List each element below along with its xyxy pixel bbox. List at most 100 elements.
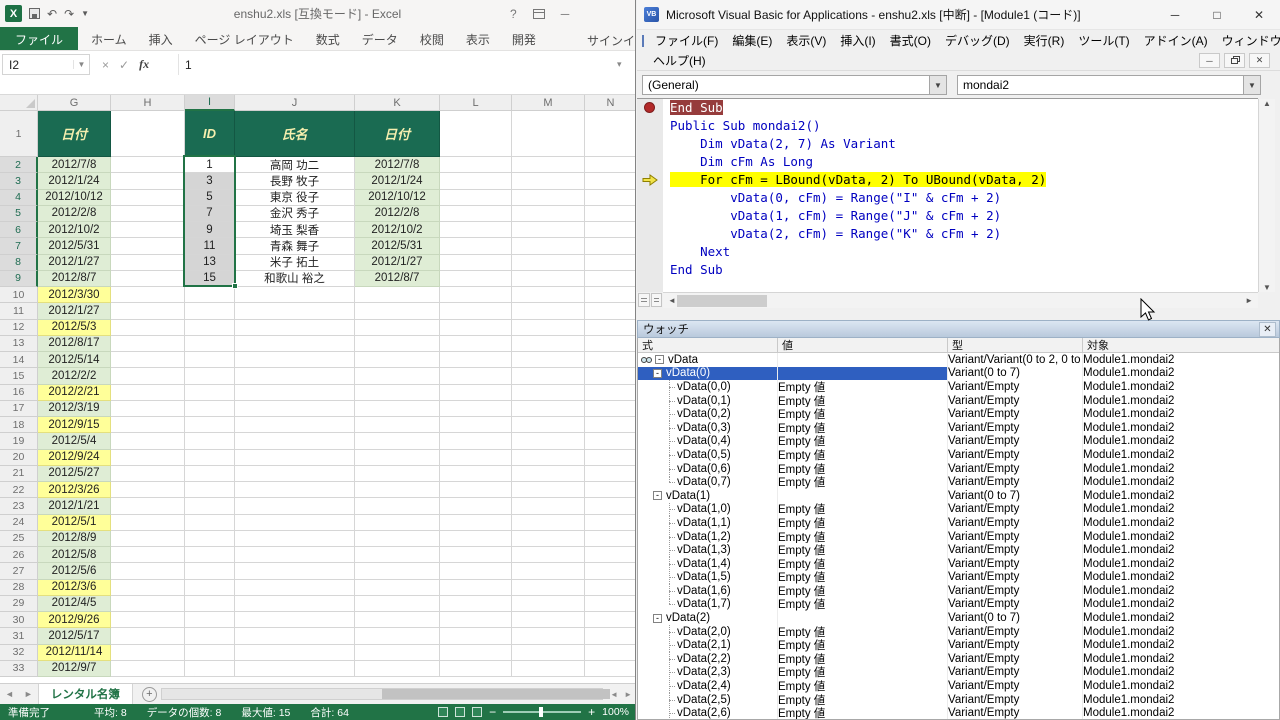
cell-J32[interactable] bbox=[235, 645, 355, 661]
cell-L22[interactable] bbox=[440, 482, 512, 498]
cell-M31[interactable] bbox=[512, 628, 585, 644]
row-header-17[interactable]: 17 bbox=[0, 401, 38, 417]
sign-in-label[interactable]: サインイ bbox=[583, 32, 635, 49]
cell-L13[interactable] bbox=[440, 336, 512, 352]
row-header-30[interactable]: 30 bbox=[0, 612, 38, 628]
cell-I11[interactable] bbox=[185, 303, 235, 319]
cell-K28[interactable] bbox=[355, 580, 440, 596]
cell-I6[interactable]: 9 bbox=[185, 222, 235, 238]
cell-K10[interactable] bbox=[355, 287, 440, 303]
code-empty-area[interactable] bbox=[637, 279, 1258, 292]
cell-J27[interactable] bbox=[235, 563, 355, 579]
cell-G1[interactable]: 日付 bbox=[38, 111, 111, 157]
cell-N29[interactable] bbox=[585, 596, 635, 612]
cell-H21[interactable] bbox=[111, 466, 185, 482]
cell-L30[interactable] bbox=[440, 612, 512, 628]
watch-row-vData[interactable]: -vDataVariant/Variant(0 to 2, 0 to 7)Mod… bbox=[638, 353, 1279, 367]
cell-L28[interactable] bbox=[440, 580, 512, 596]
cell-J25[interactable] bbox=[235, 531, 355, 547]
cell-N1[interactable] bbox=[585, 111, 635, 157]
cell-I18[interactable] bbox=[185, 417, 235, 433]
cell-I26[interactable] bbox=[185, 547, 235, 563]
watch-row-vData-1-7[interactable]: vData(1,7)Empty 値Variant/EmptyModule1.mo… bbox=[638, 598, 1279, 612]
cell-N16[interactable] bbox=[585, 385, 635, 401]
cell-G23[interactable]: 2012/1/21 bbox=[38, 498, 111, 514]
cell-J28[interactable] bbox=[235, 580, 355, 596]
cell-K9[interactable]: 2012/8/7 bbox=[355, 271, 440, 287]
margin-indicator-bar[interactable] bbox=[637, 153, 663, 171]
cell-G25[interactable]: 2012/8/9 bbox=[38, 531, 111, 547]
cell-J22[interactable] bbox=[235, 482, 355, 498]
ribbon-tab-review[interactable]: 校閲 bbox=[409, 27, 455, 50]
column-header-I[interactable]: I bbox=[185, 95, 235, 111]
procedure-view-button[interactable] bbox=[638, 293, 650, 307]
watch-row-vData-1-3[interactable]: vData(1,3)Empty 値Variant/EmptyModule1.mo… bbox=[638, 543, 1279, 557]
cell-L31[interactable] bbox=[440, 628, 512, 644]
cell-H5[interactable] bbox=[111, 206, 185, 222]
cell-I33[interactable] bbox=[185, 661, 235, 677]
watch-row-vData-2-2[interactable]: vData(2,2)Empty 値Variant/EmptyModule1.mo… bbox=[638, 652, 1279, 666]
formula-input[interactable]: 1 bbox=[178, 54, 614, 75]
row-header-26[interactable]: 26 bbox=[0, 547, 38, 563]
cell-M30[interactable] bbox=[512, 612, 585, 628]
page-layout-view-icon[interactable] bbox=[455, 707, 465, 717]
cell-K16[interactable] bbox=[355, 385, 440, 401]
cell-L6[interactable] bbox=[440, 222, 512, 238]
menu-help[interactable]: ヘルプ(H) bbox=[646, 50, 713, 71]
cell-K24[interactable] bbox=[355, 515, 440, 531]
watch-row-vData-0-2[interactable]: vData(0,2)Empty 値Variant/EmptyModule1.mo… bbox=[638, 407, 1279, 421]
cell-M27[interactable] bbox=[512, 563, 585, 579]
ribbon-tab-insert[interactable]: 挿入 bbox=[138, 27, 184, 50]
cell-N3[interactable] bbox=[585, 173, 635, 189]
code-line-7[interactable]: vData(1, cFm) = Range("J" & cFm + 2) bbox=[637, 207, 1258, 225]
cell-N22[interactable] bbox=[585, 482, 635, 498]
cell-I27[interactable] bbox=[185, 563, 235, 579]
ribbon-tab-developer[interactable]: 開発 bbox=[501, 27, 547, 50]
add-sheet-button[interactable]: + bbox=[142, 687, 157, 702]
cell-K31[interactable] bbox=[355, 628, 440, 644]
cell-K3[interactable]: 2012/1/24 bbox=[355, 173, 440, 189]
cell-J9[interactable]: 和歌山 裕之 bbox=[235, 271, 355, 287]
cell-N6[interactable] bbox=[585, 222, 635, 238]
cell-I30[interactable] bbox=[185, 612, 235, 628]
cell-H12[interactable] bbox=[111, 320, 185, 336]
row-header-4[interactable]: 4 bbox=[0, 190, 38, 206]
cell-M21[interactable] bbox=[512, 466, 585, 482]
cell-G28[interactable]: 2012/3/6 bbox=[38, 580, 111, 596]
zoom-slider-thumb[interactable] bbox=[539, 707, 543, 717]
insert-function-icon[interactable]: fx bbox=[139, 57, 149, 72]
module-window-icon[interactable] bbox=[642, 35, 644, 47]
cell-G8[interactable]: 2012/1/27 bbox=[38, 255, 111, 271]
cell-G29[interactable]: 2012/4/5 bbox=[38, 596, 111, 612]
row-header-11[interactable]: 11 bbox=[0, 303, 38, 319]
cell-H32[interactable] bbox=[111, 645, 185, 661]
cell-J13[interactable] bbox=[235, 336, 355, 352]
menu-debug[interactable]: デバッグ(D) bbox=[938, 30, 1017, 51]
cell-H29[interactable] bbox=[111, 596, 185, 612]
cell-I2[interactable]: 1 bbox=[185, 157, 235, 173]
cell-L16[interactable] bbox=[440, 385, 512, 401]
column-header-K[interactable]: K bbox=[355, 95, 440, 111]
object-combobox[interactable]: (General)▼ bbox=[642, 75, 947, 95]
cell-L2[interactable] bbox=[440, 157, 512, 173]
cell-I24[interactable] bbox=[185, 515, 235, 531]
cell-G17[interactable]: 2012/3/19 bbox=[38, 401, 111, 417]
column-header-J[interactable]: J bbox=[235, 95, 355, 111]
cell-L10[interactable] bbox=[440, 287, 512, 303]
cell-L5[interactable] bbox=[440, 206, 512, 222]
margin-indicator-bar[interactable] bbox=[637, 261, 663, 279]
margin-indicator-bar[interactable] bbox=[637, 207, 663, 225]
cell-K23[interactable] bbox=[355, 498, 440, 514]
cell-H19[interactable] bbox=[111, 433, 185, 449]
margin-indicator-bar[interactable] bbox=[637, 135, 663, 153]
cell-K26[interactable] bbox=[355, 547, 440, 563]
cell-M29[interactable] bbox=[512, 596, 585, 612]
cell-L18[interactable] bbox=[440, 417, 512, 433]
cell-J30[interactable] bbox=[235, 612, 355, 628]
cell-J3[interactable]: 長野 牧子 bbox=[235, 173, 355, 189]
cell-M11[interactable] bbox=[512, 303, 585, 319]
row-header-9[interactable]: 9 bbox=[0, 271, 38, 287]
cell-K2[interactable]: 2012/7/8 bbox=[355, 157, 440, 173]
cell-G20[interactable]: 2012/9/24 bbox=[38, 450, 111, 466]
cell-K12[interactable] bbox=[355, 320, 440, 336]
